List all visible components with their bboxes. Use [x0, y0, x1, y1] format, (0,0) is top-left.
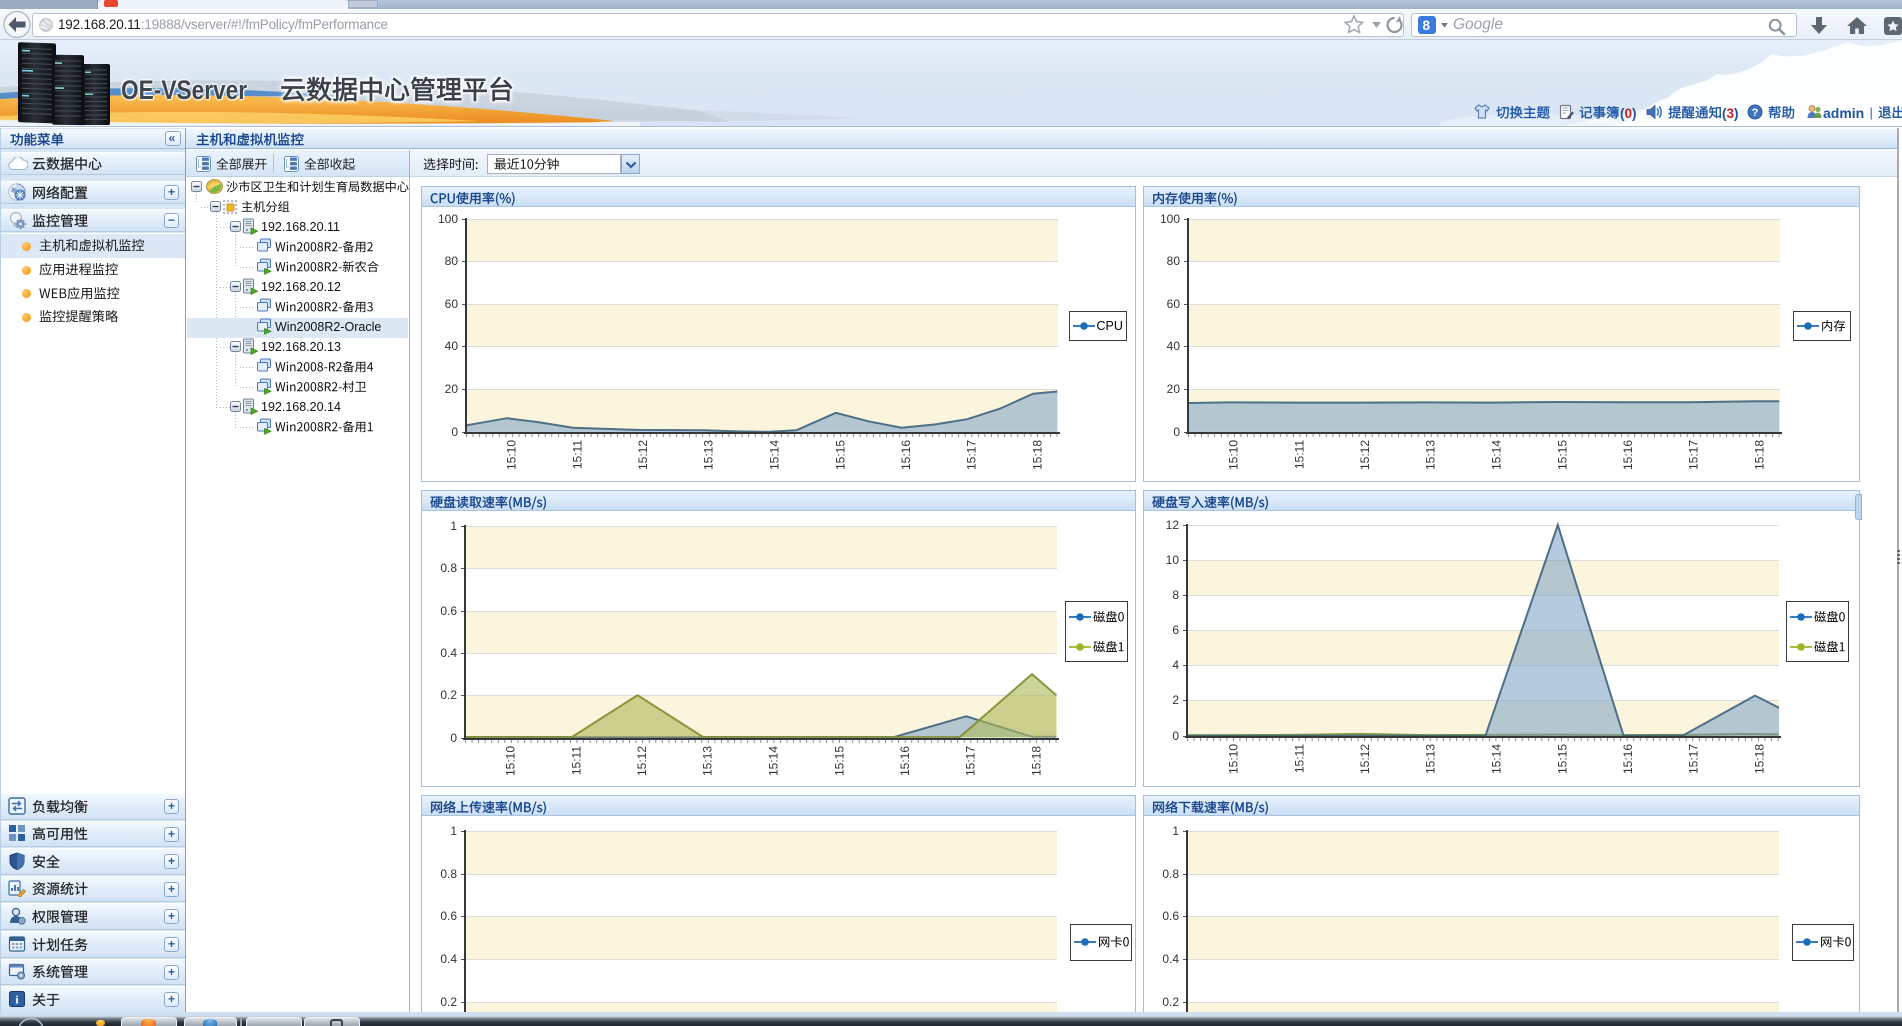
svg-text:15:11: 15:11 [1292, 743, 1306, 772]
svg-text:15:16: 15:16 [898, 745, 912, 775]
svg-text:15:10: 15:10 [505, 439, 519, 469]
svg-text:15:16: 15:16 [1621, 439, 1635, 469]
svg-text:15:12: 15:12 [636, 439, 650, 469]
svg-text:15:10: 15:10 [1227, 439, 1241, 469]
svg-text:15:12: 15:12 [635, 745, 649, 775]
svg-text:15:17: 15:17 [1687, 439, 1701, 469]
svg-text:15:11: 15:11 [569, 745, 583, 774]
svg-text:15:18: 15:18 [1031, 439, 1045, 469]
svg-text:15:15: 15:15 [832, 745, 846, 775]
svg-text:15:12: 15:12 [1358, 439, 1372, 469]
svg-text:15:18: 15:18 [1753, 439, 1767, 469]
svg-text:15:14: 15:14 [1490, 439, 1504, 469]
svg-text:15:14: 15:14 [767, 745, 781, 775]
svg-text:15:17: 15:17 [1687, 743, 1701, 773]
svg-text:15:12: 15:12 [1358, 743, 1372, 773]
svg-text:15:13: 15:13 [702, 439, 716, 469]
svg-text:15:16: 15:16 [1621, 743, 1635, 773]
svg-text:15:11: 15:11 [1292, 439, 1306, 468]
svg-text:15:15: 15:15 [833, 439, 847, 469]
svg-text:15:14: 15:14 [1490, 743, 1504, 773]
svg-text:15:17: 15:17 [964, 745, 978, 775]
svg-text:15:14: 15:14 [768, 439, 782, 469]
svg-text:15:13: 15:13 [701, 745, 715, 775]
svg-text:15:15: 15:15 [1555, 743, 1569, 773]
svg-text:15:13: 15:13 [1424, 439, 1438, 469]
svg-text:15:16: 15:16 [899, 439, 913, 469]
svg-text:?: ? [1752, 107, 1759, 119]
svg-text:15:11: 15:11 [570, 439, 584, 468]
svg-text:15:10: 15:10 [1227, 743, 1241, 773]
svg-text:15:17: 15:17 [965, 439, 979, 469]
svg-text:15:10: 15:10 [504, 745, 518, 775]
svg-text:15:15: 15:15 [1555, 439, 1569, 469]
svg-text:15:18: 15:18 [1753, 743, 1767, 773]
svg-text:15:13: 15:13 [1424, 743, 1438, 773]
svg-text:15:18: 15:18 [1030, 745, 1044, 775]
